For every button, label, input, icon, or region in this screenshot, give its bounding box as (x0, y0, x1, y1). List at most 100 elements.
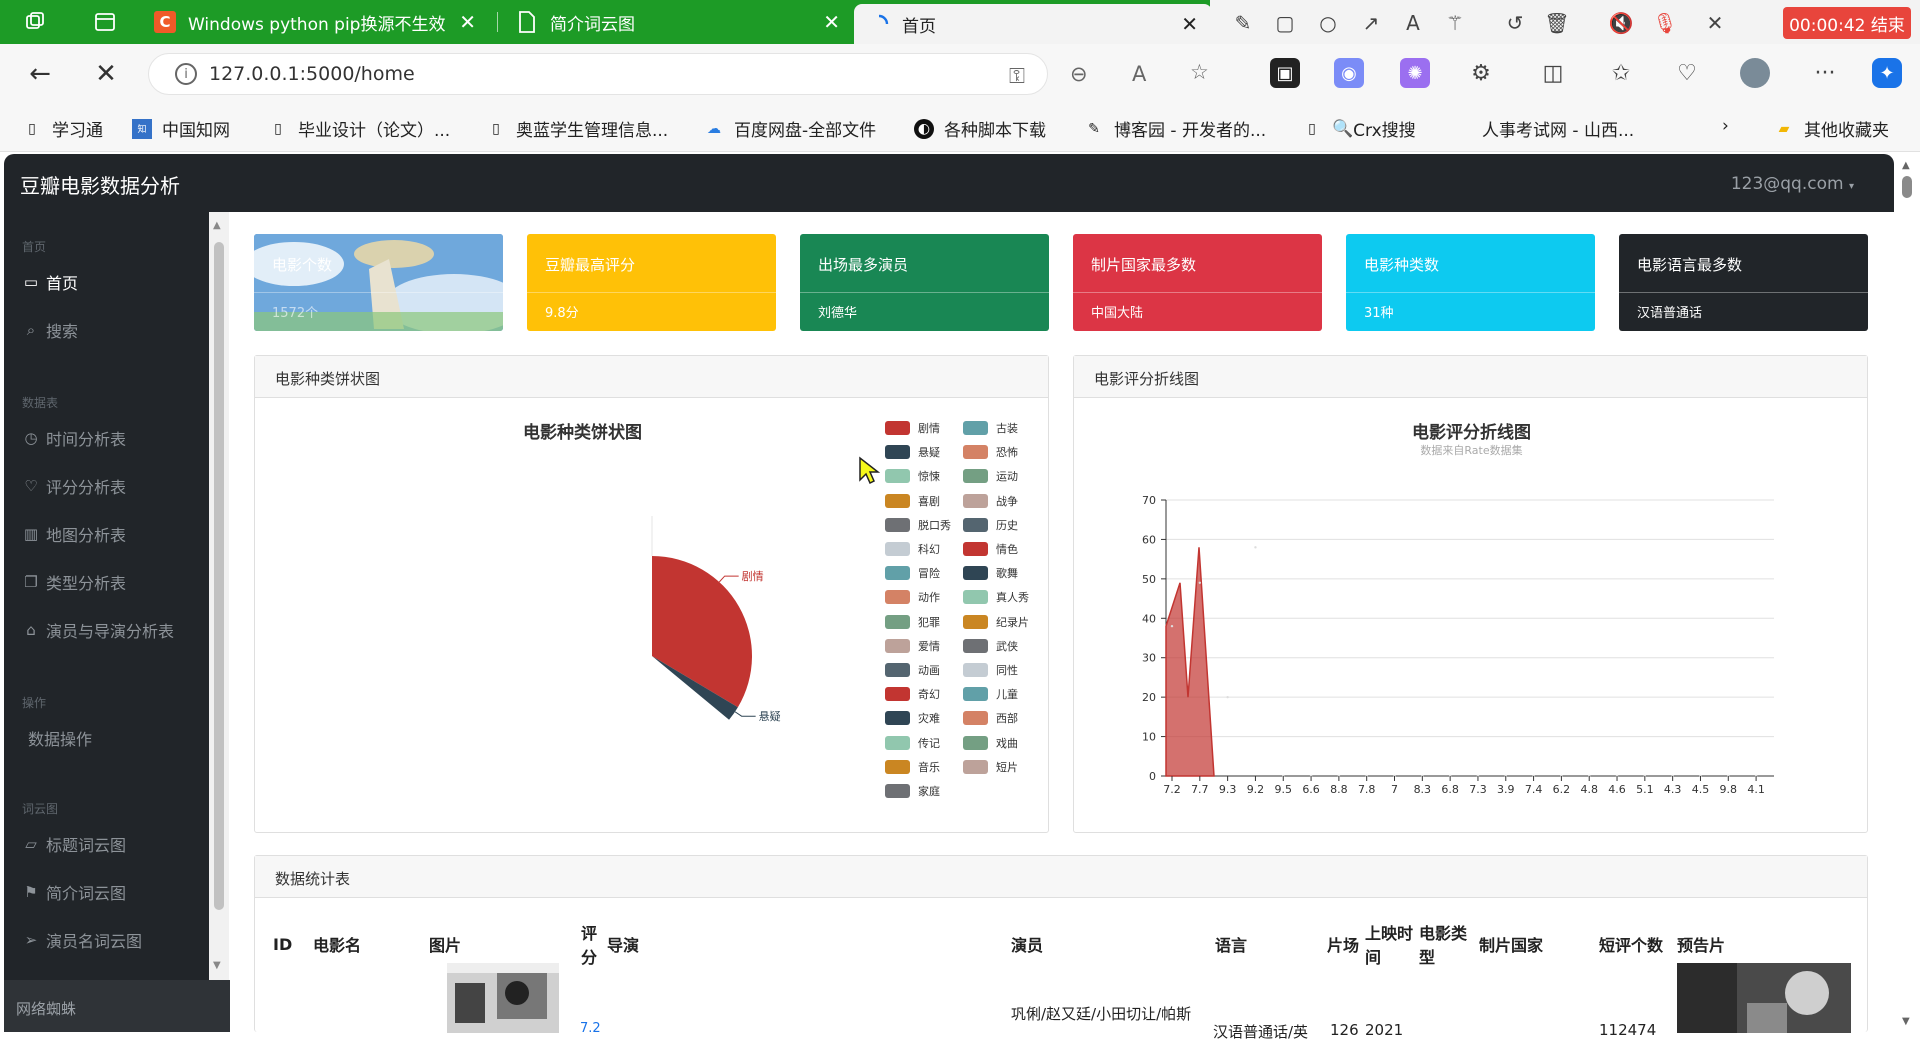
puzzle-icon[interactable]: ⚙ (1466, 58, 1496, 88)
sidebar-item-actor-director-analysis[interactable]: ⌂ 演员与导演分析表 (22, 618, 174, 642)
undo-icon[interactable]: ↺ (1502, 10, 1528, 36)
extension-icon[interactable]: ◉ (1334, 58, 1364, 88)
legend-item[interactable]: 戏曲 (963, 735, 1018, 751)
arrow-icon[interactable]: ↗ (1358, 10, 1384, 36)
legend-item[interactable]: 悬疑 (885, 444, 940, 460)
bookmark-item[interactable]: 人事考试网 - 山西... (1482, 116, 1634, 141)
legend-item[interactable]: 动作 (885, 589, 940, 605)
favorites-icon[interactable]: ✩ (1606, 58, 1636, 88)
legend-item[interactable]: 同性 (963, 662, 1018, 678)
sidebar-item-time-analysis[interactable]: ◷ 时间分析表 (22, 426, 126, 450)
trailer-video-thumbnail[interactable] (1677, 963, 1851, 1033)
user-menu[interactable]: 123@qq.com ▾ (1731, 174, 1854, 194)
rectangle-icon[interactable]: ▢ (1272, 10, 1298, 36)
legend-item[interactable]: 灾难 (885, 710, 940, 726)
legend-item[interactable]: 传记 (885, 735, 940, 751)
scroll-down-icon[interactable]: ▼ (213, 960, 221, 971)
line-chart[interactable]: 0 10 20 30 40 50 60 70 7.2 7.7 9.3 9.2 9.5 6.6 8.8 7.8 7… (1074, 406, 1869, 826)
bookmark-item[interactable]: ▯ 🔍 Crx搜搜 (1302, 116, 1416, 142)
data-point[interactable] (1170, 624, 1174, 628)
scroll-down-icon[interactable]: ▼ (1902, 1016, 1910, 1027)
sidebar-item-score-analysis[interactable]: ♡ 评分分析表 (22, 474, 126, 498)
legend-item[interactable]: 脱口秀 (885, 517, 951, 533)
health-icon[interactable]: ♡ (1672, 58, 1702, 88)
bookmark-item[interactable]: 知中国知网 (132, 116, 230, 141)
text-icon[interactable]: A (1400, 10, 1426, 36)
page-scrollbar-thumb[interactable] (1902, 176, 1912, 198)
close-icon[interactable]: ✕ (1181, 12, 1198, 36)
bookmark-item[interactable]: ▯ 奥蓝学生管理信息... (486, 116, 668, 142)
data-point[interactable] (1254, 546, 1257, 549)
sidebar-item-actor-wordcloud[interactable]: ➢ 演员名词云图 (22, 928, 142, 952)
profile-avatar-icon[interactable] (1740, 58, 1770, 88)
trash-icon[interactable]: 🗑 (1544, 10, 1570, 36)
score-link[interactable]: 7.2 (580, 1021, 601, 1036)
key-icon[interactable]: ⚿ (1009, 64, 1025, 89)
pen-icon[interactable]: ✎ (1230, 10, 1256, 36)
close-icon[interactable]: ✕ (459, 10, 476, 34)
legend-item[interactable]: 剧情 (885, 420, 940, 436)
extension-badge-icon[interactable]: ▣ (1270, 58, 1300, 88)
legend-item[interactable]: 西部 (963, 710, 1018, 726)
legend-item[interactable]: 运动 (963, 468, 1018, 484)
legend-item[interactable]: 爱情 (885, 638, 940, 654)
sidebar-item-type-analysis[interactable]: ❐ 类型分析表 (22, 570, 126, 594)
scroll-up-icon[interactable]: ▲ (1902, 160, 1910, 171)
favorite-star-icon[interactable]: ☆ (1190, 60, 1209, 84)
legend-item[interactable]: 短片 (963, 759, 1018, 775)
bookmark-item[interactable]: ☁ 百度网盘-全部文件 (704, 116, 876, 142)
bookmark-item[interactable]: ◐ 各种脚本下载 (914, 116, 1046, 141)
tab-pip-article[interactable]: C Windows python pip换源不生效 ✕ (140, 4, 490, 40)
stat-card-top-language[interactable]: 电影语言最多数 汉语普通话 (1619, 234, 1868, 331)
legend-item[interactable]: 动画 (885, 662, 940, 678)
sidebar-item-title-wordcloud[interactable]: ▱ 标题词云图 (22, 832, 126, 856)
pie-slice-剧情[interactable] (652, 556, 752, 708)
page-scrollbar[interactable]: ▲ ▼ (1894, 152, 1920, 1032)
chevron-right-icon[interactable]: › (1722, 116, 1729, 136)
zoom-out-icon[interactable]: ⊖ (1070, 62, 1088, 86)
legend-item[interactable]: 冒险 (885, 565, 940, 581)
stop-loading-icon[interactable]: ✕ (90, 58, 122, 90)
sidebar-scrollbar-thumb[interactable] (214, 242, 224, 910)
legend-item[interactable]: 战争 (963, 493, 1018, 509)
close-icon[interactable]: ✕ (1702, 10, 1728, 36)
magic-wand-icon[interactable]: ⚚ (1442, 10, 1468, 36)
brand-title[interactable]: 豆瓣电影数据分析 (20, 170, 180, 199)
legend-item[interactable]: 科幻 (885, 541, 940, 557)
data-point[interactable] (1226, 695, 1229, 699)
circle-icon[interactable]: ○ (1315, 10, 1341, 36)
tab-actions-button[interactable] (10, 4, 70, 40)
brain-icon[interactable]: ✺ (1400, 58, 1430, 88)
legend-item[interactable]: 歌舞 (963, 565, 1018, 581)
bookmark-item[interactable]: ▯ 学习通 (22, 116, 103, 142)
recording-timer[interactable]: 00:00:42 结束 (1783, 7, 1911, 39)
bookmark-folder[interactable]: ▰ 其他收藏夹 (1774, 116, 1889, 142)
stat-card-top-actor[interactable]: 出场最多演员 刘德华 (800, 234, 1049, 331)
legend-item[interactable]: 真人秀 (963, 589, 1029, 605)
legend-item[interactable]: 奇幻 (885, 686, 940, 702)
legend-item[interactable]: 武侠 (963, 638, 1018, 654)
legend-item[interactable]: 古装 (963, 420, 1018, 436)
sidebar-item-data-operation[interactable]: 数据操作 (28, 726, 92, 750)
split-screen-icon[interactable]: ◫ (1538, 58, 1568, 88)
legend-item[interactable]: 情色 (963, 541, 1018, 557)
legend-item[interactable]: 历史 (963, 517, 1018, 533)
score-area-series[interactable] (1165, 547, 1215, 777)
copilot-icon[interactable]: ✦ (1872, 58, 1902, 88)
stat-card-top-country[interactable]: 制片国家最多数 中国大陆 (1073, 234, 1322, 331)
sidebar-scrollbar[interactable]: ▲ ▼ (209, 212, 229, 980)
legend-item[interactable]: 恐怖 (963, 444, 1018, 460)
legend-item[interactable]: 纪录片 (963, 614, 1029, 630)
bookmark-item[interactable]: ▯ 毕业设计（论文）... (268, 116, 450, 142)
stat-card-movie-count[interactable]: 电影个数 1572个 (254, 234, 503, 331)
legend-item[interactable]: 惊悚 (885, 468, 940, 484)
close-icon[interactable]: ✕ (823, 10, 840, 34)
legend-item[interactable]: 家庭 (885, 783, 940, 799)
read-aloud-icon[interactable]: A (1132, 62, 1146, 86)
vertical-tabs-button[interactable] (80, 4, 136, 40)
legend-item[interactable]: 儿童 (963, 686, 1018, 702)
tab-home[interactable]: 首页 ✕ (854, 4, 1212, 44)
more-icon[interactable]: ··· (1810, 58, 1840, 88)
stat-card-top-score[interactable]: 豆瓣最高评分 9.8分 (527, 234, 776, 331)
url-field[interactable]: i 127.0.0.1:5000/home ⚿ (148, 53, 1048, 95)
